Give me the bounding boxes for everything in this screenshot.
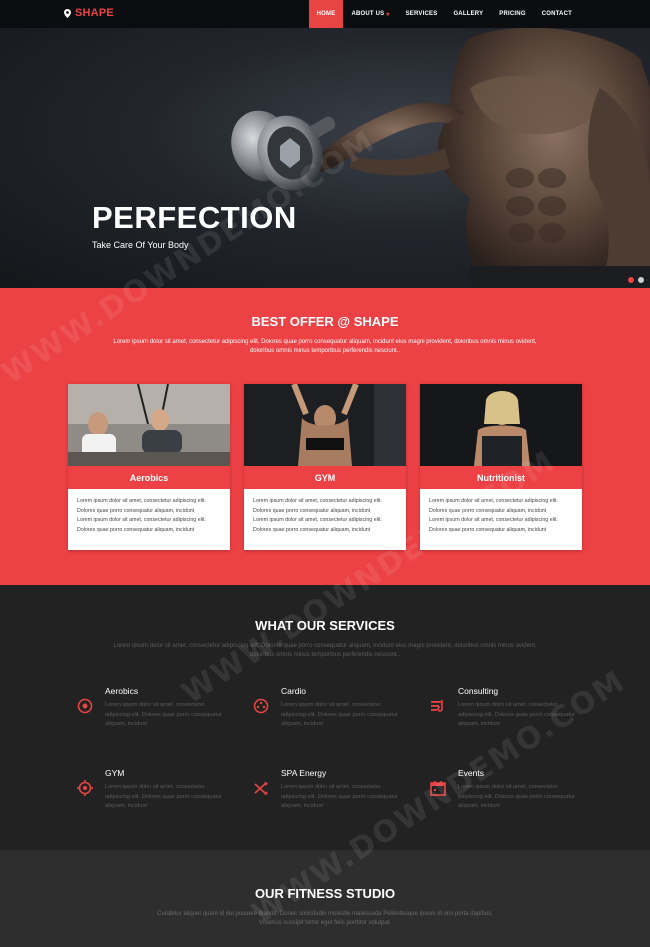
list-icon bbox=[431, 700, 443, 712]
map-pin-icon bbox=[64, 8, 71, 18]
offer-card-line: Dolores quae porro consequatur aliquam, … bbox=[253, 526, 371, 533]
offer-card-title: GYM bbox=[244, 466, 406, 489]
offer-card-line: Dolores quae porro consequatur aliquam, … bbox=[429, 507, 547, 514]
service-text: Lorem ipsum dolor sit amet, consectetur … bbox=[105, 784, 222, 809]
logo-text: SHAPE bbox=[75, 7, 114, 19]
offer-title: BEST OFFER @ SHAPE bbox=[251, 314, 399, 329]
studio-description: Curabitur aliquet quam id dui posuere bl… bbox=[157, 911, 493, 926]
offer-card-line: Lorem ipsum dolor sit amet, consectetur … bbox=[77, 498, 206, 504]
offer-card-aerobics[interactable]: Aerobics Lorem ipsum dolor sit amet, con… bbox=[68, 384, 230, 550]
offer-card-title: Nutritionist bbox=[420, 466, 582, 489]
slider-dots bbox=[628, 277, 644, 283]
nutritionist-image bbox=[420, 384, 582, 466]
service-text: Lorem ipsum dolor sit amet, consectetur … bbox=[281, 784, 398, 809]
top-navbar: SHAPE HOME ABOUT US ▾ SERVICES GALLERY P… bbox=[0, 0, 650, 28]
offer-card-line: Lorem ipsum dolor sit amet, consectetur … bbox=[429, 517, 558, 524]
offer-card-line: Dolores quae porro consequatur aliquam, … bbox=[77, 507, 195, 514]
menu-item-about-label: ABOUT US bbox=[351, 11, 385, 17]
offer-section: BEST OFFER @ SHAPE Lorem ipsum dolor sit… bbox=[0, 288, 650, 585]
services-description: Lorem ipsum dolor sit amet, consectetur … bbox=[113, 643, 537, 658]
menu-item-contact[interactable]: CONTACT bbox=[534, 0, 580, 28]
hero-title: PERFECTION bbox=[92, 200, 297, 235]
slider-dot-1[interactable] bbox=[628, 277, 634, 283]
slider-dot-2[interactable] bbox=[638, 277, 644, 283]
shuffle-icon bbox=[254, 782, 268, 795]
studio-section: OUR FITNESS STUDIO Curabitur aliquet qua… bbox=[0, 850, 650, 947]
menu-item-pricing[interactable]: PRICING bbox=[491, 0, 533, 28]
offer-description: Lorem ipsum dolor sit amet, consectetur … bbox=[113, 339, 537, 354]
offer-card-line: Lorem ipsum dolor sit amet, consectetur … bbox=[77, 517, 206, 524]
offer-card-line: Dolores quae porro consequatur aliquam, … bbox=[429, 526, 547, 533]
chevron-down-icon: ▾ bbox=[386, 11, 390, 18]
offer-card-line: Lorem ipsum dolor sit amet, consectetur … bbox=[253, 498, 382, 504]
target-icon bbox=[77, 698, 93, 714]
menu-item-gallery[interactable]: GALLERY bbox=[445, 0, 491, 28]
site-logo[interactable]: SHAPE bbox=[64, 7, 114, 19]
service-text: Lorem ipsum dolor sit amet, consectetur … bbox=[458, 784, 575, 809]
offer-card-line: Dolores quae porro consequatur aliquam, … bbox=[77, 526, 195, 533]
offer-card-text: Lorem ipsum dolor sit amet, consectetur … bbox=[253, 497, 399, 535]
offer-card-nutritionist[interactable]: Nutritionist Lorem ipsum dolor sit amet,… bbox=[420, 384, 582, 550]
offer-card-line: Lorem ipsum dolor sit amet, consectetur … bbox=[429, 498, 558, 504]
offer-card-line: Lorem ipsum dolor sit amet, consectetur … bbox=[253, 517, 382, 524]
offer-card-line: Dolores quae porro consequatur aliquam, … bbox=[253, 507, 371, 514]
service-title: Cardio bbox=[281, 686, 307, 696]
service-title: Consulting bbox=[458, 686, 499, 696]
offer-card-text: Lorem ipsum dolor sit amet, consectetur … bbox=[77, 497, 223, 535]
service-text: Lorem ipsum dolor sit amet, consectetur … bbox=[281, 702, 398, 727]
service-title: Events bbox=[458, 768, 484, 778]
service-title: GYM bbox=[105, 768, 125, 778]
hero-subtitle: Take Care Of Your Body bbox=[92, 240, 189, 250]
menu-item-about[interactable]: ABOUT US ▾ bbox=[343, 0, 397, 28]
menu-item-home[interactable]: HOME bbox=[308, 0, 344, 28]
hero-slider: PERFECTION Take Care Of Your Body bbox=[0, 28, 650, 288]
menu-item-services[interactable]: SERVICES bbox=[398, 0, 446, 28]
studio-title: OUR FITNESS STUDIO bbox=[254, 886, 396, 901]
main-menu: HOME ABOUT US ▾ SERVICES GALLERY PRICING… bbox=[308, 0, 580, 28]
service-text: Lorem ipsum dolor sit amet, consectetur … bbox=[458, 702, 575, 727]
services-title: WHAT OUR SERVICES bbox=[255, 618, 395, 633]
services-section: WHAT OUR SERVICES Lorem ipsum dolor sit … bbox=[0, 585, 650, 850]
calendar-icon bbox=[430, 781, 446, 796]
crosshair-icon bbox=[77, 780, 93, 796]
service-text: Lorem ipsum dolor sit amet, consectetur … bbox=[105, 702, 222, 727]
dial-icon bbox=[253, 698, 269, 714]
gym-image bbox=[244, 384, 406, 466]
service-title: SPA Energy bbox=[281, 768, 327, 778]
service-title: Aerobics bbox=[105, 686, 139, 696]
offer-card-text: Lorem ipsum dolor sit amet, consectetur … bbox=[429, 497, 575, 535]
offer-card-gym[interactable]: GYM Lorem ipsum dolor sit amet, consecte… bbox=[244, 384, 406, 550]
aerobics-image bbox=[68, 384, 230, 466]
offer-card-title: Aerobics bbox=[68, 466, 230, 489]
